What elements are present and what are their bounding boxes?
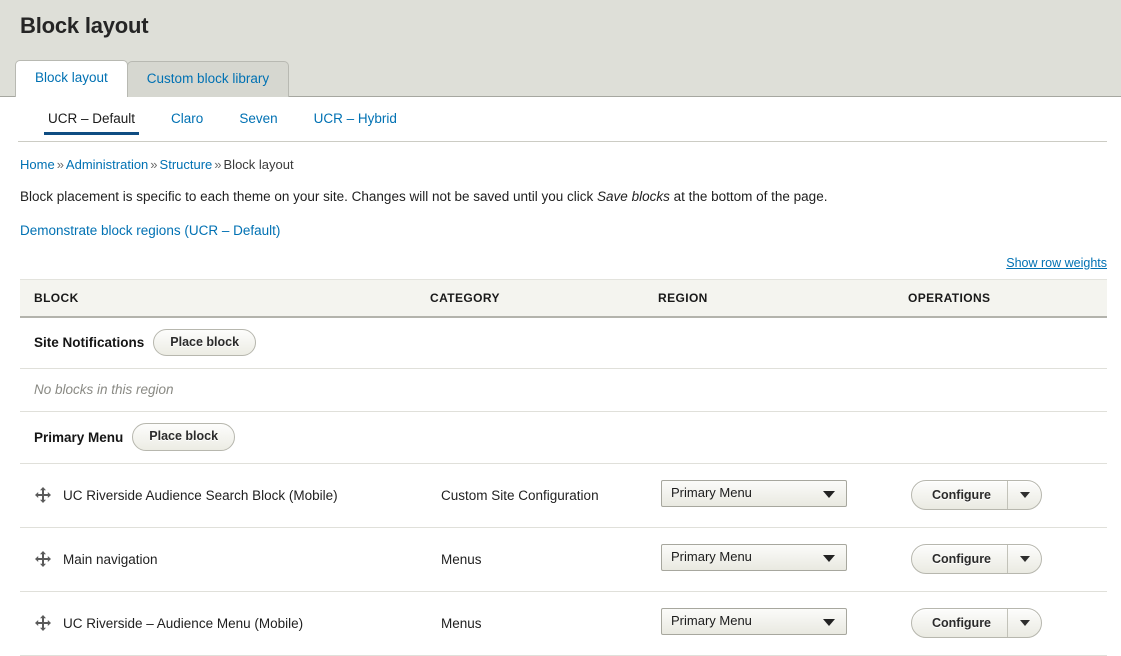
block-category-cell: Menus (430, 591, 658, 655)
configure-button-2[interactable]: Configure (912, 609, 1007, 637)
block-name-cell: UC Riverside – Audience Menu (Mobile) (20, 591, 430, 655)
theme-tab-ucr-hybrid[interactable]: UCR – Hybrid (296, 97, 415, 135)
breadcrumb-separator-3: » (212, 157, 223, 172)
block-operations-cell: Configure (908, 527, 1107, 591)
primary-tabs: Block layout Custom block library (15, 60, 288, 97)
column-header-operations: OPERATIONS (908, 280, 1107, 318)
region-row-site-notifications: Site Notifications Place block (20, 317, 1107, 369)
region-cell-primary-menu: Primary Menu Place block (20, 412, 1107, 463)
block-operations-cell: Configure (908, 463, 1107, 527)
show-row-weights-link[interactable]: Show row weights (1006, 256, 1107, 270)
theme-tab-ucr-hybrid-label: UCR – Hybrid (314, 111, 397, 126)
chevron-down-icon (823, 555, 835, 562)
chevron-down-icon (823, 619, 835, 626)
page-description: Block placement is specific to each them… (20, 174, 1107, 207)
drag-handle-icon[interactable] (34, 614, 52, 632)
block-category-cell: Menus (430, 527, 658, 591)
block-name-label: UC Riverside – Audience Menu (Mobile) (63, 616, 303, 631)
block-name-cell: Main navigation (20, 527, 430, 591)
block-region-cell: Primary Menu (658, 463, 908, 527)
breadcrumb: Home»Administration»Structure»Block layo… (20, 142, 1107, 174)
theme-tab-ucr-default-label: UCR – Default (48, 111, 135, 126)
chevron-down-icon (1020, 556, 1030, 562)
breadcrumb-separator-2: » (148, 157, 159, 172)
page-title: Block layout (20, 13, 148, 39)
breadcrumb-current: Block layout (224, 157, 294, 172)
theme-tab-seven[interactable]: Seven (221, 97, 295, 135)
region-title-site-notifications: Site Notifications (34, 335, 144, 350)
tab-custom-block-library[interactable]: Custom block library (127, 61, 289, 97)
block-layout-table: BLOCK CATEGORY REGION OPERATIONS Site No… (20, 279, 1107, 656)
region-select-0[interactable]: Primary Menu (661, 480, 847, 507)
theme-tab-claro[interactable]: Claro (153, 97, 221, 135)
tab-block-layout-label: Block layout (35, 70, 108, 85)
theme-tabs: UCR – Default Claro Seven UCR – Hybrid (0, 97, 1121, 142)
show-row-weights-container: Show row weights (20, 240, 1107, 272)
theme-tab-claro-label: Claro (171, 111, 203, 126)
theme-tabs-underline (18, 141, 1107, 142)
operations-dropdown-toggle-2[interactable] (1007, 609, 1041, 637)
table-row: UC Riverside Audience Search Block (Mobi… (20, 463, 1107, 527)
place-block-button-site-notifications[interactable]: Place block (153, 329, 256, 356)
chevron-down-icon (1020, 492, 1030, 498)
drag-handle-icon[interactable] (34, 486, 52, 504)
drag-handle-icon[interactable] (34, 550, 52, 568)
page-banner: Block layout Block layout Custom block l… (0, 0, 1121, 97)
configure-button-1[interactable]: Configure (912, 545, 1007, 573)
breadcrumb-separator-1: » (55, 157, 66, 172)
block-name-label: UC Riverside Audience Search Block (Mobi… (63, 488, 338, 503)
empty-region-row-site-notifications: No blocks in this region (20, 369, 1107, 412)
region-select-2-value: Primary Menu (671, 613, 752, 628)
block-name-cell: UC Riverside Audience Search Block (Mobi… (20, 463, 430, 527)
column-header-category: CATEGORY (430, 280, 658, 318)
block-category-cell: Custom Site Configuration (430, 463, 658, 527)
theme-tab-ucr-default[interactable]: UCR – Default (30, 97, 153, 135)
region-cell-site-notifications: Site Notifications Place block (20, 317, 1107, 369)
table-row: UC Riverside – Audience Menu (Mobile) Me… (20, 591, 1107, 655)
block-region-cell: Primary Menu (658, 527, 908, 591)
table-header: BLOCK CATEGORY REGION OPERATIONS (20, 280, 1107, 318)
chevron-down-icon (823, 491, 835, 498)
page-content: Home»Administration»Structure»Block layo… (0, 142, 1121, 656)
demonstrate-block-regions-link[interactable]: Demonstrate block regions (UCR – Default… (20, 207, 280, 238)
operations-split-button-1: Configure (911, 544, 1042, 574)
block-region-cell: Primary Menu (658, 591, 908, 655)
block-operations-cell: Configure (908, 591, 1107, 655)
region-row-primary-menu: Primary Menu Place block (20, 412, 1107, 463)
operations-split-button-0: Configure (911, 480, 1042, 510)
tab-custom-block-library-label: Custom block library (147, 71, 269, 86)
column-header-region: REGION (658, 280, 908, 318)
chevron-down-icon (1020, 620, 1030, 626)
place-block-button-primary-menu[interactable]: Place block (132, 423, 235, 450)
description-emphasis: Save blocks (597, 189, 670, 204)
breadcrumb-structure[interactable]: Structure (160, 157, 213, 172)
configure-button-0[interactable]: Configure (912, 481, 1007, 509)
operations-dropdown-toggle-0[interactable] (1007, 481, 1041, 509)
breadcrumb-administration[interactable]: Administration (66, 157, 148, 172)
region-select-0-value: Primary Menu (671, 485, 752, 500)
region-title-primary-menu: Primary Menu (34, 430, 123, 445)
column-header-block: BLOCK (20, 280, 430, 318)
description-after: at the bottom of the page. (670, 189, 828, 204)
theme-tab-seven-label: Seven (239, 111, 277, 126)
description-before: Block placement is specific to each them… (20, 189, 597, 204)
empty-region-message: No blocks in this region (20, 369, 1107, 412)
region-select-2[interactable]: Primary Menu (661, 608, 847, 635)
block-name-label: Main navigation (63, 552, 158, 567)
tab-block-layout[interactable]: Block layout (15, 60, 128, 97)
region-select-1-value: Primary Menu (671, 549, 752, 564)
region-select-1[interactable]: Primary Menu (661, 544, 847, 571)
breadcrumb-home[interactable]: Home (20, 157, 55, 172)
table-row: Main navigation Menus Primary Menu Confi… (20, 527, 1107, 591)
operations-dropdown-toggle-1[interactable] (1007, 545, 1041, 573)
operations-split-button-2: Configure (911, 608, 1042, 638)
table-body: Site Notifications Place block No blocks … (20, 317, 1107, 655)
